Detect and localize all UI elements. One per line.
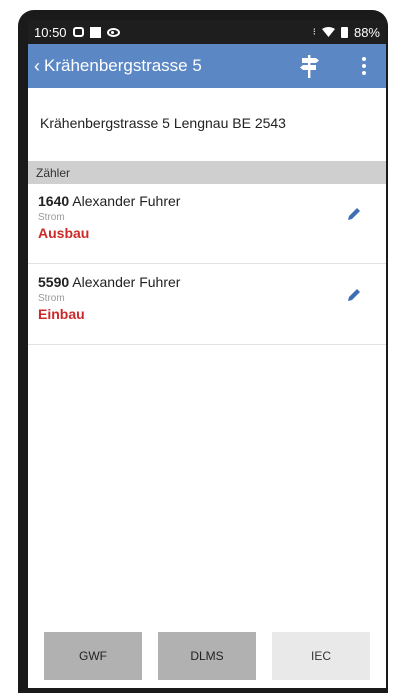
dot xyxy=(362,57,366,61)
section-header-zaehler: Zähler xyxy=(28,161,386,184)
meter-number: 5590 xyxy=(38,274,70,290)
gwf-button[interactable]: GWF xyxy=(44,632,142,680)
back-icon[interactable]: ‹ xyxy=(34,56,40,77)
battery-percent: 88% xyxy=(353,24,380,40)
item-title: 5590 Alexander Fuhrer xyxy=(38,274,386,290)
phone-screen: 10:50 ⁝ 88% ‹ Krähenbergstrasse 5 Krähen… xyxy=(28,20,386,688)
app-bar: ‹ Krähenbergstrasse 5 xyxy=(28,44,386,88)
list-item[interactable]: 1640 Alexander Fuhrer Strom Ausbau xyxy=(28,184,386,264)
status-bar: 10:50 ⁝ 88% xyxy=(28,20,386,44)
meter-owner: Alexander Fuhrer xyxy=(69,193,181,209)
meter-type: Strom xyxy=(38,212,65,223)
meter-number: 1640 xyxy=(38,193,70,209)
eye-icon xyxy=(106,27,120,37)
edit-icon[interactable] xyxy=(346,206,362,222)
status-left: 10:50 xyxy=(34,25,120,40)
status-time: 10:50 xyxy=(34,24,67,40)
meter-status: Einbau xyxy=(38,306,85,322)
meter-owner: Alexander Fuhrer xyxy=(69,274,181,290)
address-text: Krähenbergstrasse 5 Lengnau BE 2543 xyxy=(40,115,286,131)
status-right: ⁝ 88% xyxy=(313,25,380,40)
item-title: 1640 Alexander Fuhrer xyxy=(38,193,386,209)
dot xyxy=(362,71,366,75)
meter-type: Strom xyxy=(38,293,65,304)
list-item[interactable]: 5590 Alexander Fuhrer Strom Einbau xyxy=(28,265,386,345)
meter-status: Ausbau xyxy=(38,225,90,241)
protocol-buttons: GWF DLMS IEC xyxy=(28,632,386,680)
signpost-icon[interactable] xyxy=(298,53,320,79)
wifi-icon xyxy=(321,25,335,40)
dlms-button[interactable]: DLMS xyxy=(158,632,256,680)
iec-button[interactable]: IEC xyxy=(272,632,370,680)
screen-icon xyxy=(89,26,101,38)
signal-icon: ⁝ xyxy=(312,26,316,38)
page-title: Krähenbergstrasse 5 xyxy=(44,56,202,75)
notification-icon xyxy=(72,27,84,37)
dot xyxy=(362,64,366,68)
battery-icon xyxy=(340,26,348,38)
edit-icon[interactable] xyxy=(346,287,362,303)
more-vert-icon[interactable] xyxy=(356,57,372,75)
